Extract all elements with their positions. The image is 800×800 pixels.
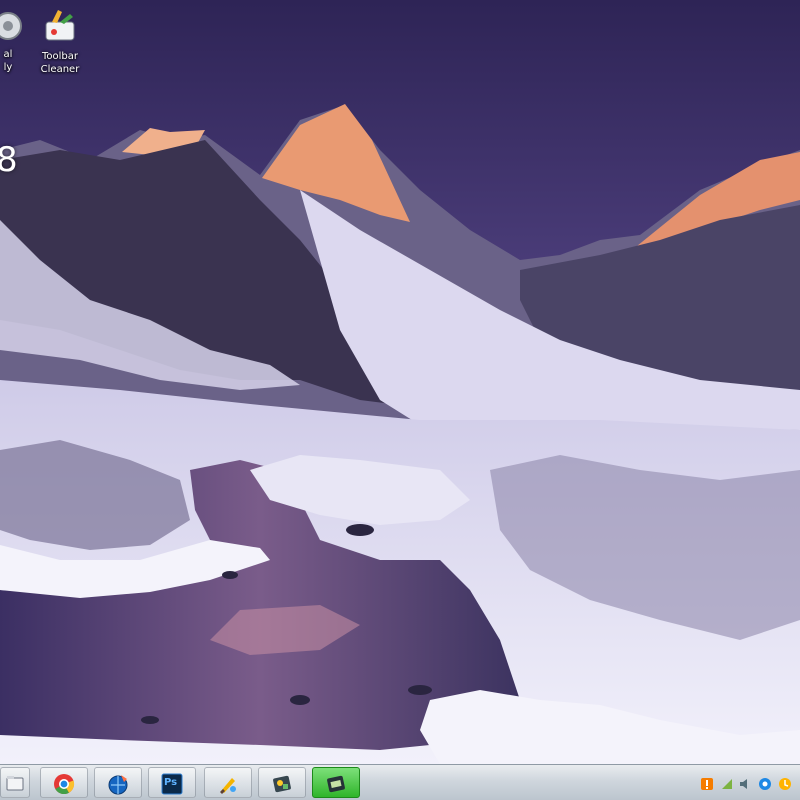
taskbar-button-paint[interactable]: [204, 767, 252, 798]
network-icon[interactable]: [720, 777, 734, 791]
taskbar: Ps: [0, 764, 800, 800]
taskbar-button-green-app[interactable]: [312, 767, 360, 798]
taskbar-button-image-tool[interactable]: [258, 767, 306, 798]
wallpaper-image: [0, 0, 800, 764]
globe-tool-icon: [108, 775, 128, 795]
windows-explorer-icon: [6, 776, 24, 791]
desktop[interactable]: al ly Toolbar Cleaner 8: [0, 0, 800, 764]
desktop-icon-toolbar-cleaner[interactable]: Toolbar Cleaner: [26, 6, 94, 75]
update-icon[interactable]: [778, 777, 792, 791]
warning-icon[interactable]: [700, 777, 714, 791]
taskbar-button-chrome[interactable]: [40, 767, 88, 798]
volume-icon[interactable]: [738, 777, 752, 791]
gear-app-icon: [0, 12, 22, 40]
security-icon[interactable]: [758, 777, 772, 791]
chrome-icon: [54, 774, 75, 795]
desktop-icon-label-line2: Cleaner: [40, 64, 80, 75]
photoshop-label: Ps: [164, 777, 178, 788]
image-tool-icon: [273, 775, 291, 793]
desktop-icon-label-line1: Toolbar: [41, 51, 78, 62]
paint-brush-icon: [220, 778, 236, 794]
system-tray: [696, 769, 800, 797]
taskbar-button-globe-tool[interactable]: [94, 767, 142, 798]
taskbar-button-photoshop[interactable]: Ps: [148, 767, 196, 798]
taskbar-button-explorer[interactable]: [0, 767, 30, 798]
green-app-icon: [327, 775, 345, 793]
toolbar-cleaner-icon: [45, 10, 75, 41]
desktop-gadget-text: 8: [0, 140, 18, 180]
